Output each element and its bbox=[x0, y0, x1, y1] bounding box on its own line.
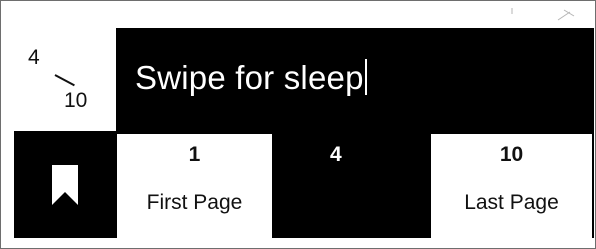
title-text: Swipe for sleep bbox=[135, 59, 364, 96]
current-page-number: 4 bbox=[28, 46, 40, 69]
first-page-number: 1 bbox=[188, 143, 201, 166]
title-bar[interactable]: Swipe for sleep bbox=[116, 28, 594, 131]
last-page-button[interactable]: 10 Last Page bbox=[431, 134, 592, 238]
text-caret bbox=[364, 59, 367, 95]
counter-slash bbox=[54, 74, 75, 87]
first-page-label: First Page bbox=[146, 191, 243, 214]
bookmark-button[interactable] bbox=[14, 131, 116, 238]
first-page-button[interactable]: 1 First Page bbox=[117, 134, 272, 238]
total-page-number: 10 bbox=[64, 89, 88, 112]
current-page-indicator: 4 bbox=[330, 143, 342, 166]
title-input[interactable]: Swipe for sleep bbox=[135, 59, 367, 97]
last-page-label: Last Page bbox=[464, 191, 559, 214]
page-counter: 4 10 bbox=[14, 28, 116, 131]
last-page-number: 10 bbox=[499, 143, 524, 166]
page-navigation-bar: 1 First Page 4 10 Last Page bbox=[14, 131, 594, 238]
bookmark-icon bbox=[52, 164, 78, 205]
